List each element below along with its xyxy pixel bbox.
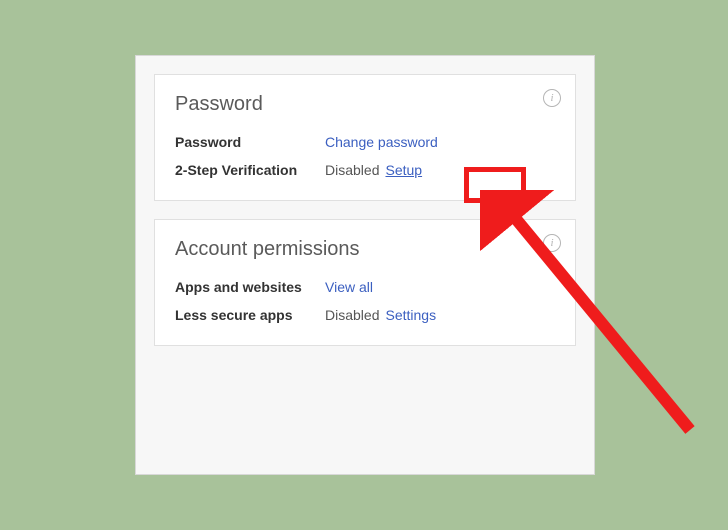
view-all-link[interactable]: View all bbox=[325, 279, 373, 295]
password-label: Password bbox=[175, 134, 325, 150]
apps-websites-label: Apps and websites bbox=[175, 279, 325, 295]
permissions-card-title: Account permissions bbox=[175, 238, 555, 261]
password-card-title: Password bbox=[175, 93, 555, 116]
two-step-label: 2-Step Verification bbox=[175, 162, 325, 178]
info-icon[interactable]: i bbox=[543, 234, 561, 252]
change-password-link[interactable]: Change password bbox=[325, 134, 438, 150]
info-icon[interactable]: i bbox=[543, 89, 561, 107]
two-step-status: Disabled bbox=[325, 162, 379, 178]
less-secure-apps-row: Less secure apps Disabled Settings bbox=[175, 307, 555, 323]
settings-panel: i Password Password Change password 2-St… bbox=[135, 55, 595, 475]
less-secure-status: Disabled bbox=[325, 307, 379, 323]
password-row: Password Change password bbox=[175, 134, 555, 150]
setup-link[interactable]: Setup bbox=[385, 162, 422, 178]
two-step-row: 2-Step Verification Disabled Setup bbox=[175, 162, 555, 178]
apps-websites-row: Apps and websites View all bbox=[175, 279, 555, 295]
settings-link[interactable]: Settings bbox=[385, 307, 436, 323]
password-card: i Password Password Change password 2-St… bbox=[154, 74, 576, 201]
less-secure-label: Less secure apps bbox=[175, 307, 325, 323]
account-permissions-card: i Account permissions Apps and websites … bbox=[154, 219, 576, 346]
